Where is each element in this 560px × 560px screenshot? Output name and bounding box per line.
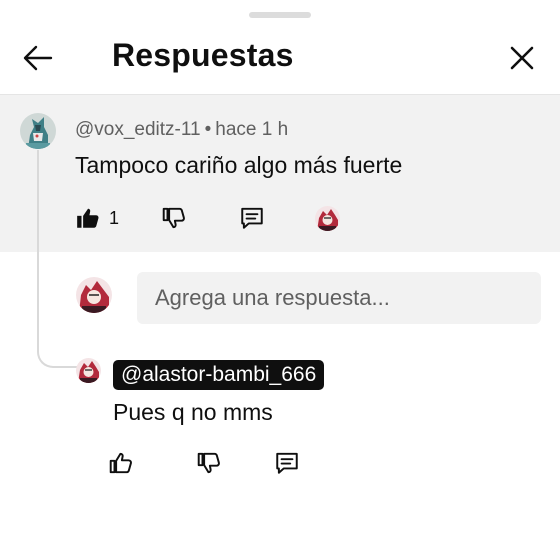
meta-separator: • [204, 119, 212, 140]
reply-author-avatar[interactable] [76, 358, 101, 383]
reply-actions [108, 443, 300, 483]
reply-text: Pues q no mms [113, 399, 273, 425]
reply-comment: @alastor-bambi_666 Pues q no mms [0, 350, 560, 490]
comment-text: Tampoco cariño algo más fuerte [75, 152, 403, 178]
close-button[interactable] [500, 36, 544, 80]
creator-avatar-icon [315, 205, 340, 231]
header: Respuestas [0, 24, 560, 92]
reply-button[interactable] [274, 443, 300, 483]
avatar-image [20, 113, 56, 149]
creator-heart-badge[interactable] [315, 198, 340, 238]
arrow-left-icon [23, 45, 53, 71]
page-title: Respuestas [112, 37, 294, 73]
comment-actions: 1 [75, 198, 340, 238]
comment-icon [241, 207, 263, 229]
avatar-image [76, 277, 112, 313]
like-button[interactable]: 1 [75, 198, 161, 238]
close-icon [510, 46, 534, 70]
dislike-button[interactable] [161, 198, 239, 238]
back-button[interactable] [16, 36, 60, 80]
reply-button[interactable] [239, 198, 315, 238]
reply-input[interactable] [137, 272, 541, 324]
thumbs-down-icon [197, 452, 220, 474]
avatar-image [76, 358, 101, 383]
thumbs-up-icon [109, 452, 132, 474]
thumbs-down-icon [162, 207, 185, 229]
reply-composer [76, 272, 546, 328]
drag-handle[interactable] [249, 12, 311, 18]
like-count: 1 [109, 207, 120, 228]
thread-line [37, 150, 77, 368]
parent-comment: @vox_editz-11 • hace 1 h Tampoco cariño al… [0, 94, 560, 252]
comment-meta: @vox_editz-11 • hace 1 h [75, 119, 288, 141]
commenter-avatar[interactable] [20, 113, 56, 149]
comment-icon [276, 452, 298, 474]
like-button[interactable] [108, 443, 196, 483]
current-user-avatar [76, 277, 112, 313]
reply-author-mention[interactable]: @alastor-bambi_666 [113, 360, 325, 390]
comment-time: hace 1 h [215, 119, 289, 140]
comment-author[interactable]: @vox_editz-11 [75, 119, 201, 140]
thumbs-up-filled-icon [77, 208, 99, 228]
dislike-button[interactable] [196, 443, 274, 483]
